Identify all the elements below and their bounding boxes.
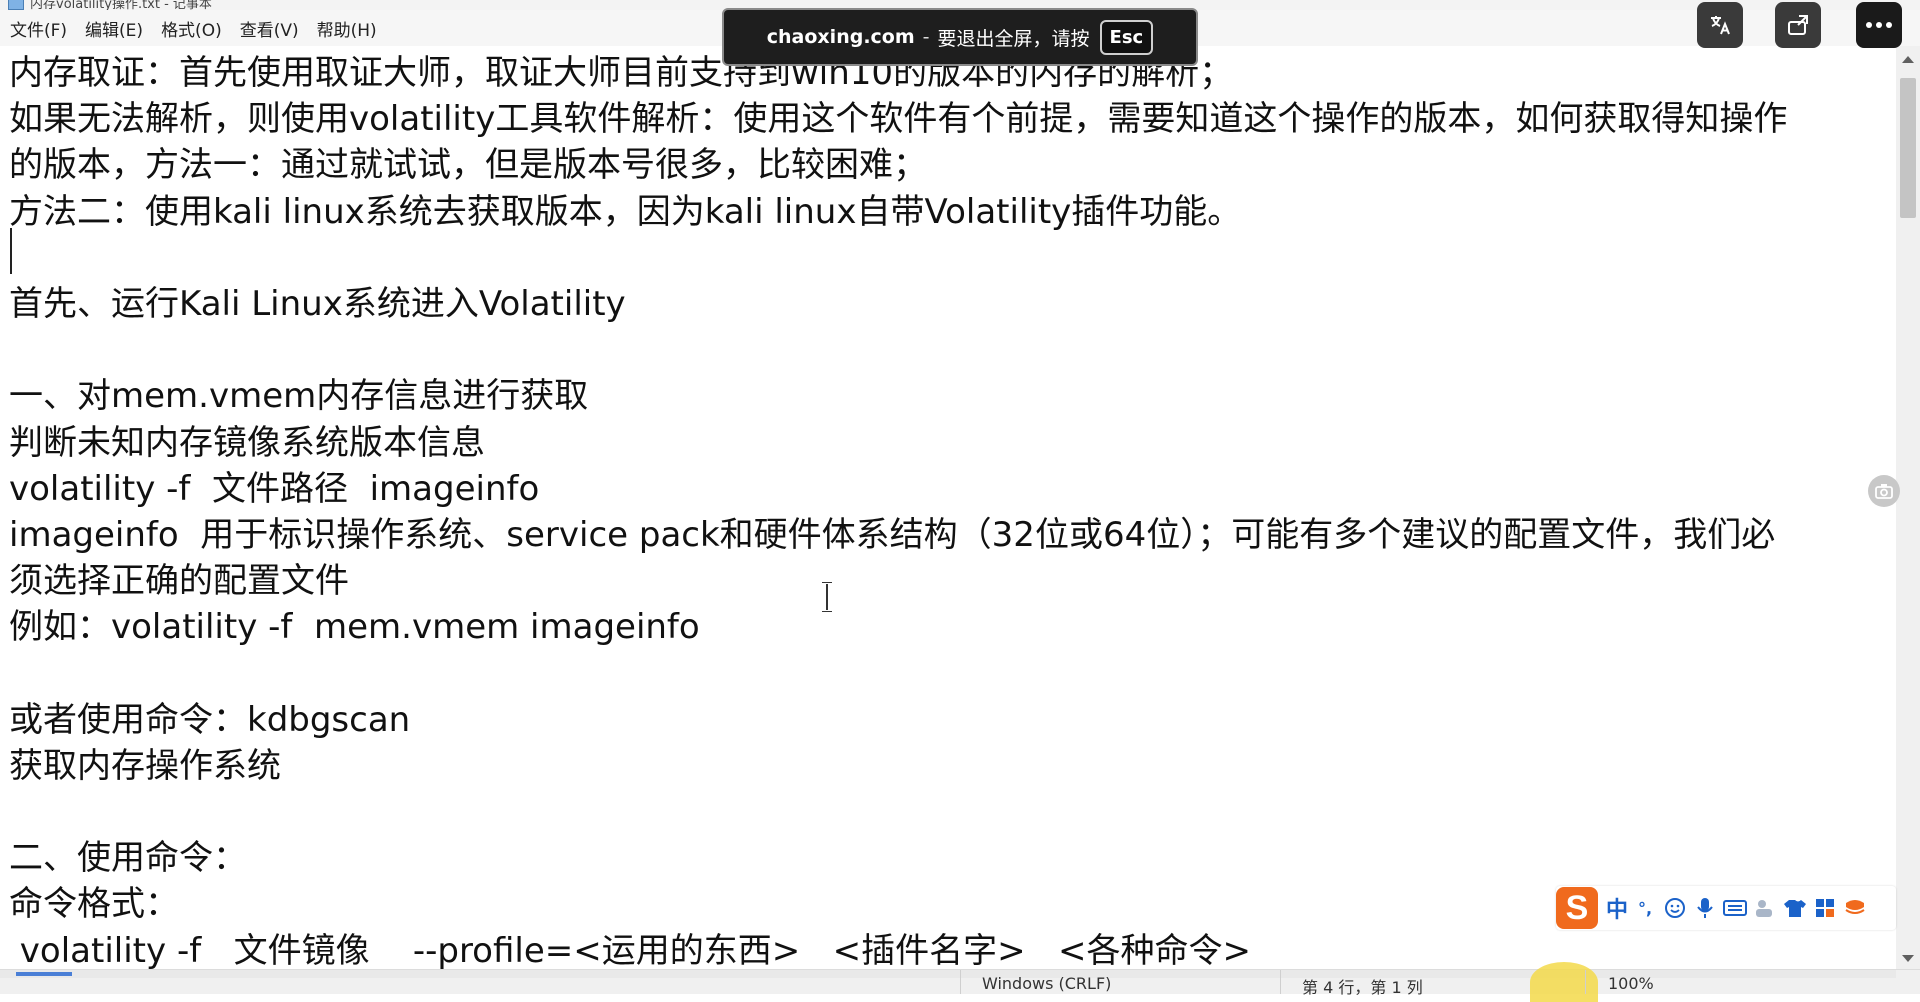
share-button[interactable] <box>1775 2 1821 48</box>
toast-esc-key[interactable]: Esc <box>1099 19 1154 55</box>
editor-lines: 内存取证：首先使用取证大师，取证大师目前支持到win10的版本的内存的解析； 如… <box>9 50 1876 970</box>
scrollbar-thumb[interactable] <box>1900 78 1916 218</box>
status-separator <box>1585 970 1586 994</box>
menu-format[interactable]: 格式(O) <box>151 16 230 41</box>
horizontal-scrollbar-thumb[interactable] <box>16 972 72 976</box>
translate-icon <box>1711 16 1730 35</box>
menu-view[interactable]: 查看(V) <box>230 16 307 41</box>
editor-line: volatility -f 文件路径 imageinfo <box>9 468 540 509</box>
menu-help[interactable]: 帮助(H) <box>307 16 385 41</box>
ime-menu-icon[interactable] <box>1842 895 1868 921</box>
scroll-down-arrow-icon[interactable] <box>1902 955 1914 962</box>
status-line-ending: Windows (CRLF) <box>982 974 1112 993</box>
ime-punctuation-toggle[interactable]: °, <box>1632 895 1658 921</box>
editor-line: 判断未知内存镜像系统版本信息 <box>9 422 485 463</box>
editor-line: 的版本，方法一：通过就试试，但是版本号很多，比较困难； <box>9 145 927 186</box>
vertical-scrollbar[interactable] <box>1896 46 1920 970</box>
ime-user-icon[interactable] <box>1752 895 1778 921</box>
menu-edit[interactable]: 编辑(E) <box>75 16 151 41</box>
editor-line: 须选择正确的配置文件 <box>9 561 349 602</box>
editor-line: 一、对mem.vmem内存信息进行获取 <box>9 376 589 417</box>
editor-line: 例如：volatility -f mem.vmem imageinfo <box>9 607 700 648</box>
editor-line: 二、使用命令： <box>9 838 247 879</box>
toast-separator: - <box>922 26 930 48</box>
notepad-app-icon <box>8 0 24 10</box>
share-icon <box>1788 15 1808 35</box>
fullscreen-toast: chaoxing.com - 要退出全屏，请按 Esc <box>722 8 1198 66</box>
editor-line: 方法二：使用kali linux系统去获取版本，因为kali linux自带Vo… <box>9 191 1242 232</box>
screenshot-button[interactable] <box>1868 475 1900 507</box>
cursor-highlight-circle <box>1530 962 1598 1002</box>
toast-domain: chaoxing.com <box>766 26 915 48</box>
scroll-up-arrow-icon[interactable] <box>1902 56 1914 63</box>
editor-line: 或者使用命令：kdbgscan <box>9 699 411 740</box>
toast-message: 要退出全屏，请按 <box>937 27 1090 50</box>
editor-line: imageinfo 用于标识操作系统、service pack和硬件体系结构（3… <box>9 514 1776 555</box>
status-zoom: 100% <box>1608 974 1654 993</box>
keyboard-icon[interactable] <box>1722 895 1748 921</box>
status-separator <box>1280 970 1281 994</box>
menu-file[interactable]: 文件(F) <box>0 16 75 41</box>
toolbox-grid-icon[interactable] <box>1812 895 1838 921</box>
more-icon <box>1866 22 1892 28</box>
emoji-icon[interactable] <box>1662 895 1688 921</box>
skin-shirt-icon[interactable] <box>1782 895 1808 921</box>
editor-line: 首先、运行Kali Linux系统进入Volatility <box>9 283 626 324</box>
editor-line: volatility -f 文件镜像 --profile=<运用的东西> <插件… <box>9 930 1252 970</box>
translate-button[interactable] <box>1697 2 1743 48</box>
text-editor[interactable]: 内存取证：首先使用取证大师，取证大师目前支持到win10的版本的内存的解析； 如… <box>0 46 1896 970</box>
sogou-logo-icon[interactable]: S <box>1556 887 1598 929</box>
more-button[interactable] <box>1856 2 1902 48</box>
camera-icon <box>1875 484 1893 499</box>
ime-toolbar[interactable]: S 中 °, <box>1556 886 1896 930</box>
ime-language-toggle[interactable]: 中 <box>1606 892 1628 924</box>
ibeam-cursor-icon <box>822 582 832 612</box>
microphone-icon[interactable] <box>1692 895 1718 921</box>
editor-line: 获取内存操作系统 <box>9 745 281 786</box>
status-separator <box>960 970 961 994</box>
status-bar: Windows (CRLF) 第 4 行，第 1 列 100% <box>0 962 1920 1002</box>
window-title: 内存volatility操作.txt - 记事本 <box>30 0 212 10</box>
text-caret <box>10 228 12 274</box>
editor-line: 如果无法解析，则使用volatility工具软件解析：使用这个软件有个前提，需要… <box>9 99 1788 140</box>
status-cursor-position: 第 4 行，第 1 列 <box>1302 978 1423 997</box>
